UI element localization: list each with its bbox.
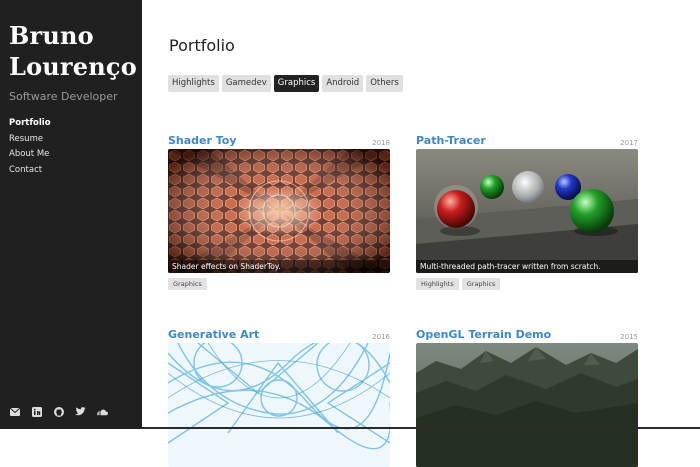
tab-android[interactable]: Android xyxy=(322,75,364,92)
project-caption: Multi-threaded path-tracer written from … xyxy=(416,260,638,273)
nav-contact[interactable]: Contact xyxy=(9,163,51,179)
project-title[interactable]: Generative Art xyxy=(168,328,259,341)
project-thumbnail[interactable] xyxy=(168,343,390,467)
generative-art-image xyxy=(168,343,390,467)
twitter-icon[interactable] xyxy=(75,406,86,417)
sidebar: Bruno Lourenço Software Developer Portfo… xyxy=(0,0,142,429)
tab-highlights[interactable]: Highlights xyxy=(168,75,219,92)
github-icon[interactable] xyxy=(53,406,64,417)
project-card-generative-art[interactable]: Generative Art 2016 xyxy=(168,327,390,467)
path-tracer-image xyxy=(416,149,638,273)
tag-highlights[interactable]: Highlights xyxy=(416,278,459,290)
project-year: 2017 xyxy=(620,139,638,147)
project-card-opengl-terrain[interactable]: OpenGL Terrain Demo 2015 xyxy=(416,327,638,467)
tab-graphics[interactable]: Graphics xyxy=(273,75,320,92)
nav-portfolio[interactable]: Portfolio xyxy=(9,116,51,132)
brand-last-name: Lourenço xyxy=(9,52,137,81)
project-year: 2015 xyxy=(620,333,638,341)
project-year: 2018 xyxy=(372,139,390,147)
brand-first-name: Bruno xyxy=(9,21,94,50)
project-title[interactable]: Path-Tracer xyxy=(416,134,486,147)
social-links xyxy=(9,406,108,417)
linkedin-icon[interactable] xyxy=(31,406,42,417)
terrain-image xyxy=(416,343,638,467)
main-content: Portfolio Highlights Gamedev Graphics An… xyxy=(142,0,700,467)
main-nav: Portfolio Resume About Me Contact xyxy=(9,116,51,178)
project-tags: Highlights Graphics xyxy=(416,278,638,290)
site-brand[interactable]: Bruno Lourenço xyxy=(9,20,139,82)
tagline: Software Developer xyxy=(9,90,118,103)
project-caption: Shader effects on ShaderToy. xyxy=(168,260,390,273)
project-card-path-tracer[interactable]: Path-Tracer 2017 Multi-threaded path-tra… xyxy=(416,133,638,290)
nav-about-me[interactable]: About Me xyxy=(9,147,51,163)
filter-tabs: Highlights Gamedev Graphics Android Othe… xyxy=(168,75,403,92)
email-icon[interactable] xyxy=(9,406,20,417)
tag-graphics[interactable]: Graphics xyxy=(461,278,501,290)
project-thumbnail[interactable]: Shader effects on ShaderToy. xyxy=(168,149,390,273)
project-thumbnail[interactable]: Multi-threaded path-tracer written from … xyxy=(416,149,638,273)
shader-toy-image xyxy=(168,149,390,273)
soundcloud-icon[interactable] xyxy=(97,406,108,417)
page-title: Portfolio xyxy=(169,36,235,55)
tag-graphics[interactable]: Graphics xyxy=(168,278,207,290)
tab-gamedev[interactable]: Gamedev xyxy=(221,75,271,92)
project-year: 2016 xyxy=(372,333,390,341)
project-thumbnail[interactable] xyxy=(416,343,638,467)
project-tags: Graphics xyxy=(168,278,390,290)
project-title[interactable]: Shader Toy xyxy=(168,134,237,147)
project-title[interactable]: OpenGL Terrain Demo xyxy=(416,328,551,341)
nav-resume[interactable]: Resume xyxy=(9,132,51,148)
tab-others[interactable]: Others xyxy=(366,75,403,92)
project-card-shader-toy[interactable]: Shader Toy 2018 Shader effects on Shader… xyxy=(168,133,390,290)
